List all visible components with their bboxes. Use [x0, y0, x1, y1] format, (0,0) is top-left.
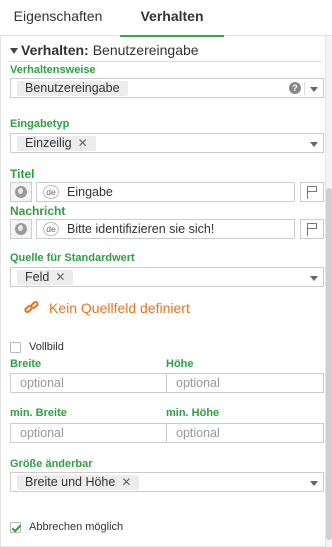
eingabetyp-select[interactable]: Einzeilig ✕: [10, 133, 324, 153]
caret-down-icon[interactable]: [10, 47, 18, 54]
min-breite-label: min. Breite: [10, 407, 67, 419]
quelle-chip: Feld ✕: [17, 270, 74, 285]
titel-input[interactable]: de Eingabe: [36, 182, 295, 202]
flag-icon[interactable]: [300, 219, 324, 239]
tab-eigenschaften[interactable]: Eigenschaften: [0, 0, 116, 36]
breite-label: Breite: [10, 358, 42, 370]
chevron-down-icon[interactable]: [310, 142, 318, 147]
chevron-down-icon[interactable]: [310, 481, 318, 486]
nachricht-input[interactable]: de Bitte identifizieren sie sich!: [36, 219, 295, 239]
hoehe-placeholder: optional: [176, 376, 220, 390]
vollbild-checkbox[interactable]: [10, 341, 21, 353]
groesse-label: Größe änderbar: [10, 458, 93, 470]
globe-icon[interactable]: [10, 219, 32, 239]
section-title-value: Benutzereingabe: [92, 42, 199, 58]
nachricht-value: Bitte identifizieren sie sich!: [67, 222, 215, 236]
warning-message[interactable]: Kein Quellfeld definiert: [23, 299, 190, 316]
eingabetyp-value: Einzeilig: [25, 136, 72, 150]
properties-panel: [0, 36, 326, 547]
remove-icon[interactable]: ✕: [121, 475, 131, 489]
min-hoehe-label: min. Höhe: [166, 407, 220, 419]
remove-icon[interactable]: ✕: [78, 136, 88, 150]
quelle-select[interactable]: Feld ✕: [10, 267, 324, 287]
titel-value: Eingabe: [67, 185, 113, 199]
flag-icon[interactable]: [300, 182, 324, 202]
verhaltensweise-value: Benutzereingabe: [17, 81, 128, 96]
quelle-value: Feld: [25, 270, 50, 284]
abbrechen-checkbox[interactable]: [10, 521, 21, 533]
chevron-down-icon[interactable]: [310, 276, 318, 281]
eingabetyp-label: Eingabetyp: [10, 118, 70, 130]
abbrechen-row[interactable]: Abbrechen möglich: [10, 521, 123, 533]
abbrechen-label: Abbrechen möglich: [29, 521, 124, 533]
vollbild-label: Vollbild: [29, 341, 64, 353]
nachricht-row: de Bitte identifizieren sie sich!: [10, 219, 324, 239]
eingabetyp-chip: Einzeilig ✕: [17, 136, 96, 151]
remove-icon[interactable]: ✕: [55, 270, 65, 284]
scrollbar-thumb[interactable]: [326, 188, 332, 540]
breite-placeholder: optional: [20, 376, 64, 390]
hoehe-input[interactable]: optional: [166, 373, 324, 393]
section-divider: [9, 61, 322, 62]
min-breite-input[interactable]: optional: [10, 423, 168, 443]
chevron-down-icon[interactable]: [310, 87, 318, 92]
titel-label: Titel: [10, 167, 35, 181]
select-separator: [304, 82, 305, 95]
min-hoehe-input[interactable]: optional: [166, 423, 324, 443]
help-icon[interactable]: ?: [289, 82, 301, 94]
section-header[interactable]: Verhalten: Benutzereingabe: [10, 42, 199, 58]
min-hoehe-placeholder: optional: [176, 426, 220, 440]
titel-row: de Eingabe: [10, 182, 324, 202]
groesse-chip: Breite und Höhe ✕: [17, 475, 140, 490]
groesse-select[interactable]: Breite und Höhe ✕: [10, 472, 324, 492]
section-title-label: Verhalten:: [21, 42, 89, 58]
language-badge: de: [43, 222, 59, 236]
breite-input[interactable]: optional: [10, 373, 168, 393]
min-breite-placeholder: optional: [20, 426, 64, 440]
warning-text: Kein Quellfeld definiert: [49, 300, 190, 316]
groesse-value: Breite und Höhe: [25, 475, 116, 489]
verhaltensweise-label: Verhaltensweise: [10, 64, 96, 76]
quelle-label: Quelle für Standardwert: [10, 252, 135, 264]
verhaltensweise-select[interactable]: Benutzereingabe ?: [10, 78, 324, 98]
hoehe-label: Höhe: [166, 358, 194, 370]
nachricht-label: Nachricht: [10, 204, 66, 218]
link-icon: [23, 299, 42, 315]
tab-verhalten[interactable]: Verhalten: [120, 0, 224, 37]
globe-icon[interactable]: [10, 182, 32, 202]
tab-bar: Eigenschaften Verhalten: [0, 0, 332, 37]
vollbild-row[interactable]: Vollbild: [10, 341, 64, 353]
language-badge: de: [43, 185, 59, 199]
